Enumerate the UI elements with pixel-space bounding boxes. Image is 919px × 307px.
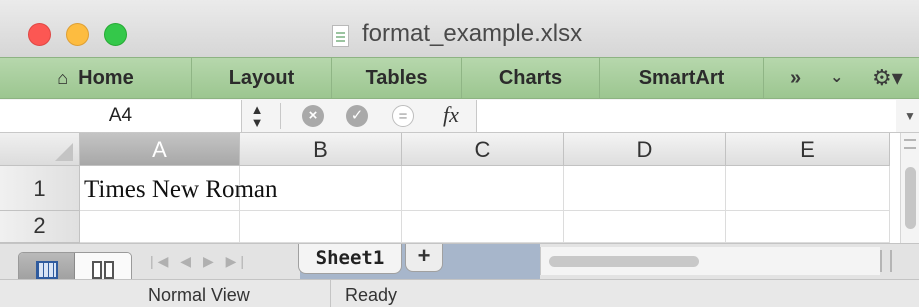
page-layout-icon	[92, 261, 114, 279]
title-bar: format_example.xlsx	[0, 0, 919, 57]
status-divider	[330, 280, 331, 307]
spreadsheet-document-icon	[332, 25, 349, 47]
gear-icon[interactable]: ⚙▾	[872, 58, 903, 98]
formula-separator	[280, 103, 281, 129]
column-header-e[interactable]: E	[726, 133, 890, 166]
tab-tables[interactable]: Tables	[332, 58, 462, 98]
column-header-a[interactable]: A	[80, 133, 240, 166]
formula-bar: A4 ▲ ▼ × ✓ = fx ▼	[0, 99, 919, 133]
worksheet-grid: A B C D E 1 2 Times New Roman	[0, 133, 919, 243]
name-box-stepper-icon[interactable]: ▲ ▼	[248, 103, 266, 129]
column-header-c[interactable]: C	[402, 133, 564, 166]
home-icon: ⌂	[57, 68, 69, 88]
row-header-2[interactable]: 2	[0, 211, 80, 243]
cell-d1[interactable]	[564, 166, 726, 211]
excel-window: format_example.xlsx ⌂ Home Layout Tables …	[0, 0, 919, 307]
cell-d2[interactable]	[564, 211, 726, 243]
status-state: Ready	[345, 285, 398, 305]
cell-c2[interactable]	[402, 211, 564, 243]
tab-smartart[interactable]: SmartArt	[600, 58, 764, 98]
formula-input[interactable]	[476, 100, 896, 132]
cell-c1[interactable]	[402, 166, 564, 211]
sheet-tab-sheet1[interactable]: Sheet1	[298, 244, 402, 274]
tab-home[interactable]: ⌂ Home	[0, 58, 192, 98]
row-header-1[interactable]: 1	[0, 166, 80, 211]
column-header-b[interactable]: B	[240, 133, 402, 166]
name-box[interactable]: A4	[0, 100, 242, 132]
insert-equals-button[interactable]: =	[392, 105, 414, 127]
maximize-window-button[interactable]	[104, 23, 127, 46]
horizontal-scroll-thumb[interactable]	[549, 256, 699, 267]
minimize-window-button[interactable]	[66, 23, 89, 46]
window-title: format_example.xlsx	[362, 20, 583, 47]
sheet-navigation-arrows-icon[interactable]: |◀ ◀ ▶ ▶|	[150, 253, 248, 270]
status-view-mode: Normal View	[148, 285, 250, 305]
close-window-button[interactable]	[28, 23, 51, 46]
grid-view-icon	[36, 261, 58, 279]
tab-charts[interactable]: Charts	[462, 58, 600, 98]
ribbon-tab-bar: ⌂ Home Layout Tables Charts SmartArt » ⌄ …	[0, 57, 919, 99]
formula-expand-chevron-icon[interactable]: ▼	[904, 109, 916, 123]
cell-b2[interactable]	[240, 211, 402, 243]
cancel-formula-button[interactable]: ×	[302, 105, 324, 127]
enter-formula-button[interactable]: ✓	[346, 105, 368, 127]
cell-a1-value: Times New Roman	[84, 176, 278, 203]
select-all-corner[interactable]	[0, 133, 80, 166]
insert-function-icon[interactable]: fx	[443, 102, 459, 128]
tab-home-label: Home	[78, 67, 134, 89]
cell-a2[interactable]	[80, 211, 240, 243]
column-header-d[interactable]: D	[564, 133, 726, 166]
vertical-scroll-thumb[interactable]	[905, 167, 916, 229]
cell-e1[interactable]	[726, 166, 890, 211]
ribbon-overflow-button[interactable]: »	[790, 58, 801, 98]
add-sheet-button[interactable]: +	[405, 244, 443, 272]
status-bar: Normal View Ready	[0, 279, 919, 307]
split-handle-icon[interactable]	[880, 250, 892, 272]
cell-e2[interactable]	[726, 211, 890, 243]
vertical-scrollbar[interactable]	[900, 133, 919, 243]
horizontal-scrollbar[interactable]	[540, 247, 880, 275]
split-handle-icon[interactable]	[904, 139, 916, 149]
tab-layout[interactable]: Layout	[192, 58, 332, 98]
chevron-down-icon[interactable]: ⌄	[830, 58, 843, 98]
sheet-tab-bar: |◀ ◀ ▶ ▶| Sheet1 +	[0, 243, 919, 280]
